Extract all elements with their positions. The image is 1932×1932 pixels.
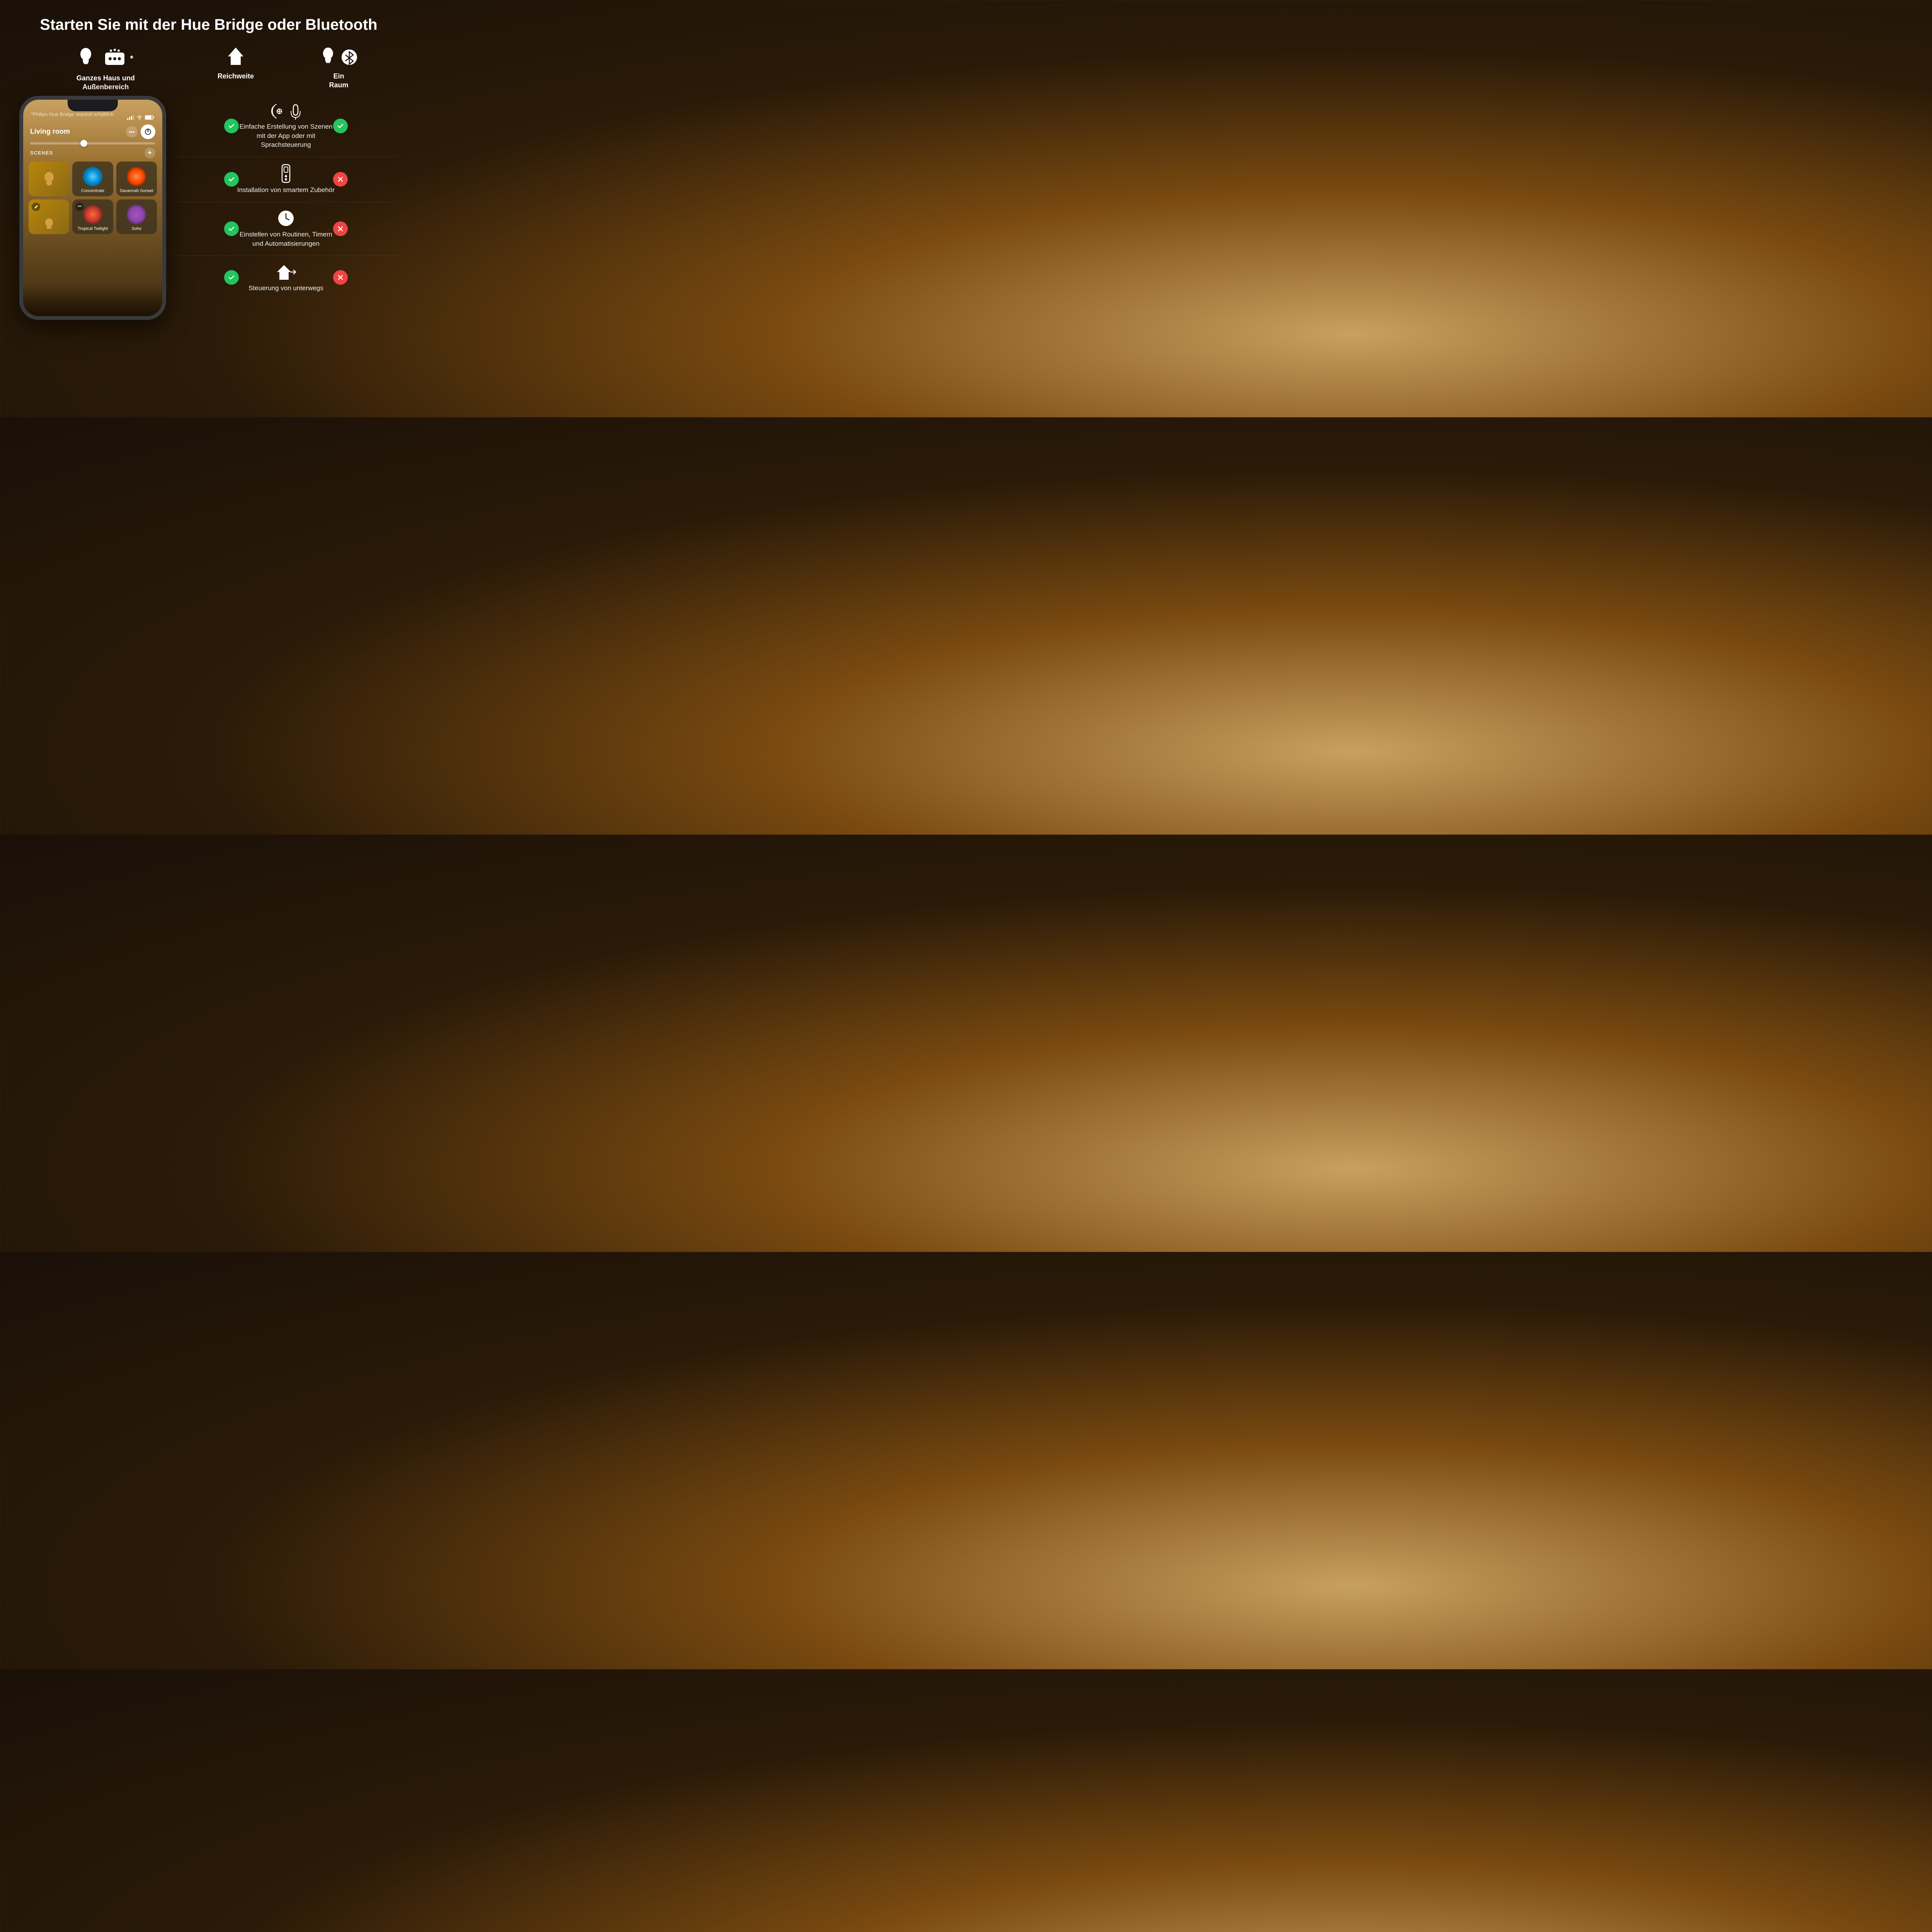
phone-frame: Living room ••• <box>19 96 166 320</box>
bluetooth-column: Ein Raum <box>300 46 378 90</box>
voice-icon <box>288 103 303 120</box>
scenes-row-1: Concentrate Savannah Sunset <box>29 162 157 196</box>
bulb-icon <box>78 46 99 71</box>
bluetooth-check-routines <box>331 221 350 236</box>
check-icon-5 <box>228 274 235 281</box>
comparison-rows: Einfache Erstellung von Szenen mit der A… <box>166 96 398 347</box>
bridge-column: * Ganzes Haus und Außenbereich <box>40 46 171 92</box>
scene-img-savannah <box>127 167 146 186</box>
voice-icons-row <box>269 103 303 120</box>
cross-icon <box>337 176 344 183</box>
page-wrapper: Starten Sie mit der Hue Bridge oder Blue… <box>0 0 417 417</box>
scene-card-savannah[interactable]: Savannah Sunset <box>116 162 157 196</box>
edit-icon <box>34 204 38 209</box>
add-scene-btn[interactable]: + <box>145 148 155 158</box>
scene-card-warm2[interactable] <box>29 199 69 234</box>
asterisk: * <box>130 54 134 64</box>
check-circle-bt-voice <box>333 119 348 133</box>
cross-circle-bt-remote <box>333 270 348 285</box>
feature-row-voice: Einfache Erstellung von Szenen mit der A… <box>174 96 398 157</box>
feature-row-routines: Einstellen von Routinen, Timern und Auto… <box>174 202 398 256</box>
scene-img-soho <box>127 205 146 224</box>
cross-circle-bt-routines <box>333 221 348 236</box>
phone-brightness-row <box>29 142 157 145</box>
home-away-icon <box>276 263 297 281</box>
scene-name-concentrate: Concentrate <box>81 189 104 193</box>
feature-row-remote: Steuerung von unterwegs <box>174 256 398 300</box>
check-circle-bridge-acc <box>224 172 239 187</box>
scene-img-concentrate <box>83 167 102 186</box>
page-title: Starten Sie mit der Hue Bridge oder Blue… <box>19 15 398 34</box>
feature-voice-center: Einfache Erstellung von Szenen mit der A… <box>247 103 325 150</box>
bridge-label: Ganzes Haus und Außenbereich <box>77 74 135 92</box>
feature-text-voice: Einfache Erstellung von Szenen mit der A… <box>236 122 336 150</box>
check-icon-2 <box>337 122 344 130</box>
feature-row-accessories: Installation von smartem Zubehör <box>174 157 398 202</box>
phone-more-btn[interactable]: ••• <box>126 126 138 138</box>
cross-icon-2 <box>337 225 344 232</box>
more-icon-overlay: ••• <box>75 202 84 211</box>
scene-card-concentrate[interactable]: Concentrate <box>72 162 113 196</box>
feature-text-accessories: Installation von smartem Zubehör <box>236 185 336 195</box>
phone-screen: Living room ••• <box>23 100 162 316</box>
edit-icon-overlay <box>32 202 40 211</box>
range-column: Reichweite <box>213 46 259 81</box>
brightness-thumb <box>80 140 87 147</box>
scene-card-tropical[interactable]: ••• Tropical Twilight <box>72 199 113 234</box>
check-icon <box>228 122 235 130</box>
clock-icon <box>277 209 295 228</box>
check-icon-4 <box>228 225 235 233</box>
feature-text-routines: Einstellen von Routinen, Timern und Auto… <box>236 230 336 248</box>
content-section: Living room ••• <box>19 96 398 347</box>
footnote: *Philips Hue Bridge separat erhältlich <box>31 111 155 117</box>
scene-name-tropical: Tropical Twilight <box>78 226 108 231</box>
scene-card-warm[interactable] <box>29 162 69 196</box>
bridge-icons: * <box>78 46 134 71</box>
brightness-bar[interactable] <box>30 142 155 145</box>
scenes-label-text: SCENES <box>30 150 53 156</box>
scene-bulb-icon <box>42 171 56 187</box>
phone-area: Living room ••• <box>19 96 166 347</box>
scene-bulb2-icon <box>43 217 55 231</box>
cross-circle-bt-acc <box>333 172 348 187</box>
phone-header: Living room ••• <box>29 124 157 139</box>
remote-icon <box>278 164 294 183</box>
cross-icon-3 <box>337 274 344 281</box>
check-icon-3 <box>228 175 235 183</box>
bluetooth-icon <box>341 49 358 66</box>
phone-notch <box>68 100 118 111</box>
feature-text-remote: Steuerung von unterwegs <box>236 284 336 293</box>
bluetooth-check-remote <box>331 270 350 285</box>
feature-routines-center: Einstellen von Routinen, Timern und Auto… <box>247 209 325 248</box>
feature-remote-center: Steuerung von unterwegs <box>247 263 325 293</box>
scene-name-savannah: Savannah Sunset <box>120 189 153 193</box>
bridge-check-accessories <box>222 172 241 187</box>
feature-acc-center: Installation von smartem Zubehör <box>247 164 325 195</box>
bluetooth-check-voice <box>331 119 350 133</box>
bluetooth-label: Ein Raum <box>329 72 349 90</box>
bridge-check-remote <box>222 270 241 285</box>
scene-name-soho: Soho <box>131 226 141 231</box>
check-circle-bridge-remote <box>224 270 239 285</box>
phone-power-btn[interactable] <box>141 124 155 139</box>
house-icon <box>226 46 245 67</box>
scenes-label-row: SCENES + <box>29 148 157 158</box>
scene-img-tropical <box>83 205 102 224</box>
range-icon-wrap <box>226 46 245 69</box>
scenes-row-2: ••• Tropical Twilight Soho <box>29 199 157 234</box>
bluetooth-check-accessories <box>331 172 350 187</box>
power-icon <box>145 128 151 135</box>
phone-room-name: Living room <box>30 128 70 136</box>
range-label: Reichweite <box>218 72 254 81</box>
hue-bridge-icon <box>103 47 126 70</box>
tap-icon <box>269 103 284 120</box>
bulb-bt-icon <box>320 46 337 69</box>
phone-bottom-fade <box>23 285 162 316</box>
scene-card-soho[interactable]: Soho <box>116 199 157 234</box>
bluetooth-icons <box>320 46 358 69</box>
top-comparison-header: * Ganzes Haus und Außenbereich Reichweit… <box>19 46 398 92</box>
